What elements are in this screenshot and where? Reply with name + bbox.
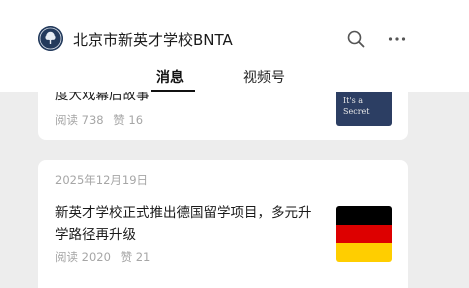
more-icon[interactable] [386,28,408,50]
active-tab-indicator [151,90,195,92]
article-date: 2025年12月19日 [55,173,149,187]
like-count: 赞 16 [113,113,144,127]
account-name[interactable]: 北京市新英才学校BNTA [73,29,233,50]
article-title[interactable]: 新英才学校正式推出德国留学项目，多元升 学路径再升级 [55,202,312,246]
german-flag-thumbnail[interactable] [336,206,392,262]
article-card[interactable]: 2025年12月19日 新英才学校正式推出德国留学项目，多元升 学路径再升级 阅… [38,160,408,288]
tab-messages[interactable]: 消息 [156,67,184,87]
tab-channels[interactable]: 视频号 [243,67,285,87]
read-count: 阅读 2020 [55,250,111,264]
article-stats: 阅读 2020 赞 21 [55,249,156,265]
cover-line: It's a [343,96,363,105]
article-stats: 阅读 738 赞 16 [55,112,149,128]
read-count: 阅读 738 [55,113,104,127]
flag-stripe-gold [336,243,392,262]
cover-line: Secret [343,107,370,116]
tree-logo-icon [38,26,63,51]
like-count: 赞 21 [120,250,151,264]
account-header: 北京市新英才学校BNTA 消息 视频号 [0,0,469,92]
search-icon[interactable] [345,28,367,50]
title-line: 学路径再升级 [55,227,136,243]
title-line: 新英才学校正式推出德国留学项目，多元升 [55,205,312,221]
flag-stripe-black [336,206,392,225]
avatar[interactable] [38,26,63,51]
flag-stripe-red [336,224,392,244]
